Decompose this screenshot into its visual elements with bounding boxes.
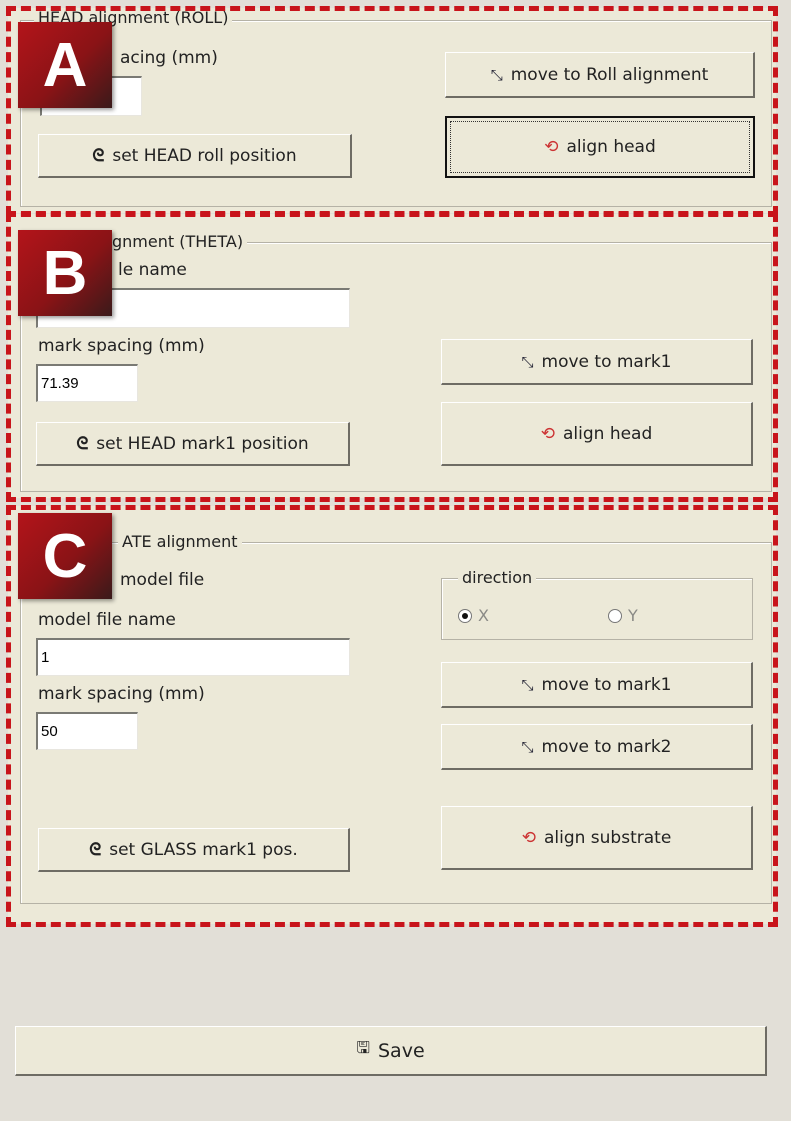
highlight-box-b	[6, 212, 778, 502]
save-icon: 🖫	[356, 1038, 370, 1057]
badge-a: A	[18, 22, 112, 108]
highlight-box-a	[6, 6, 778, 216]
save-button[interactable]: 🖫 Save	[15, 1026, 767, 1076]
badge-b: B	[18, 230, 112, 316]
badge-c: C	[18, 513, 112, 599]
highlight-box-c	[6, 505, 778, 927]
